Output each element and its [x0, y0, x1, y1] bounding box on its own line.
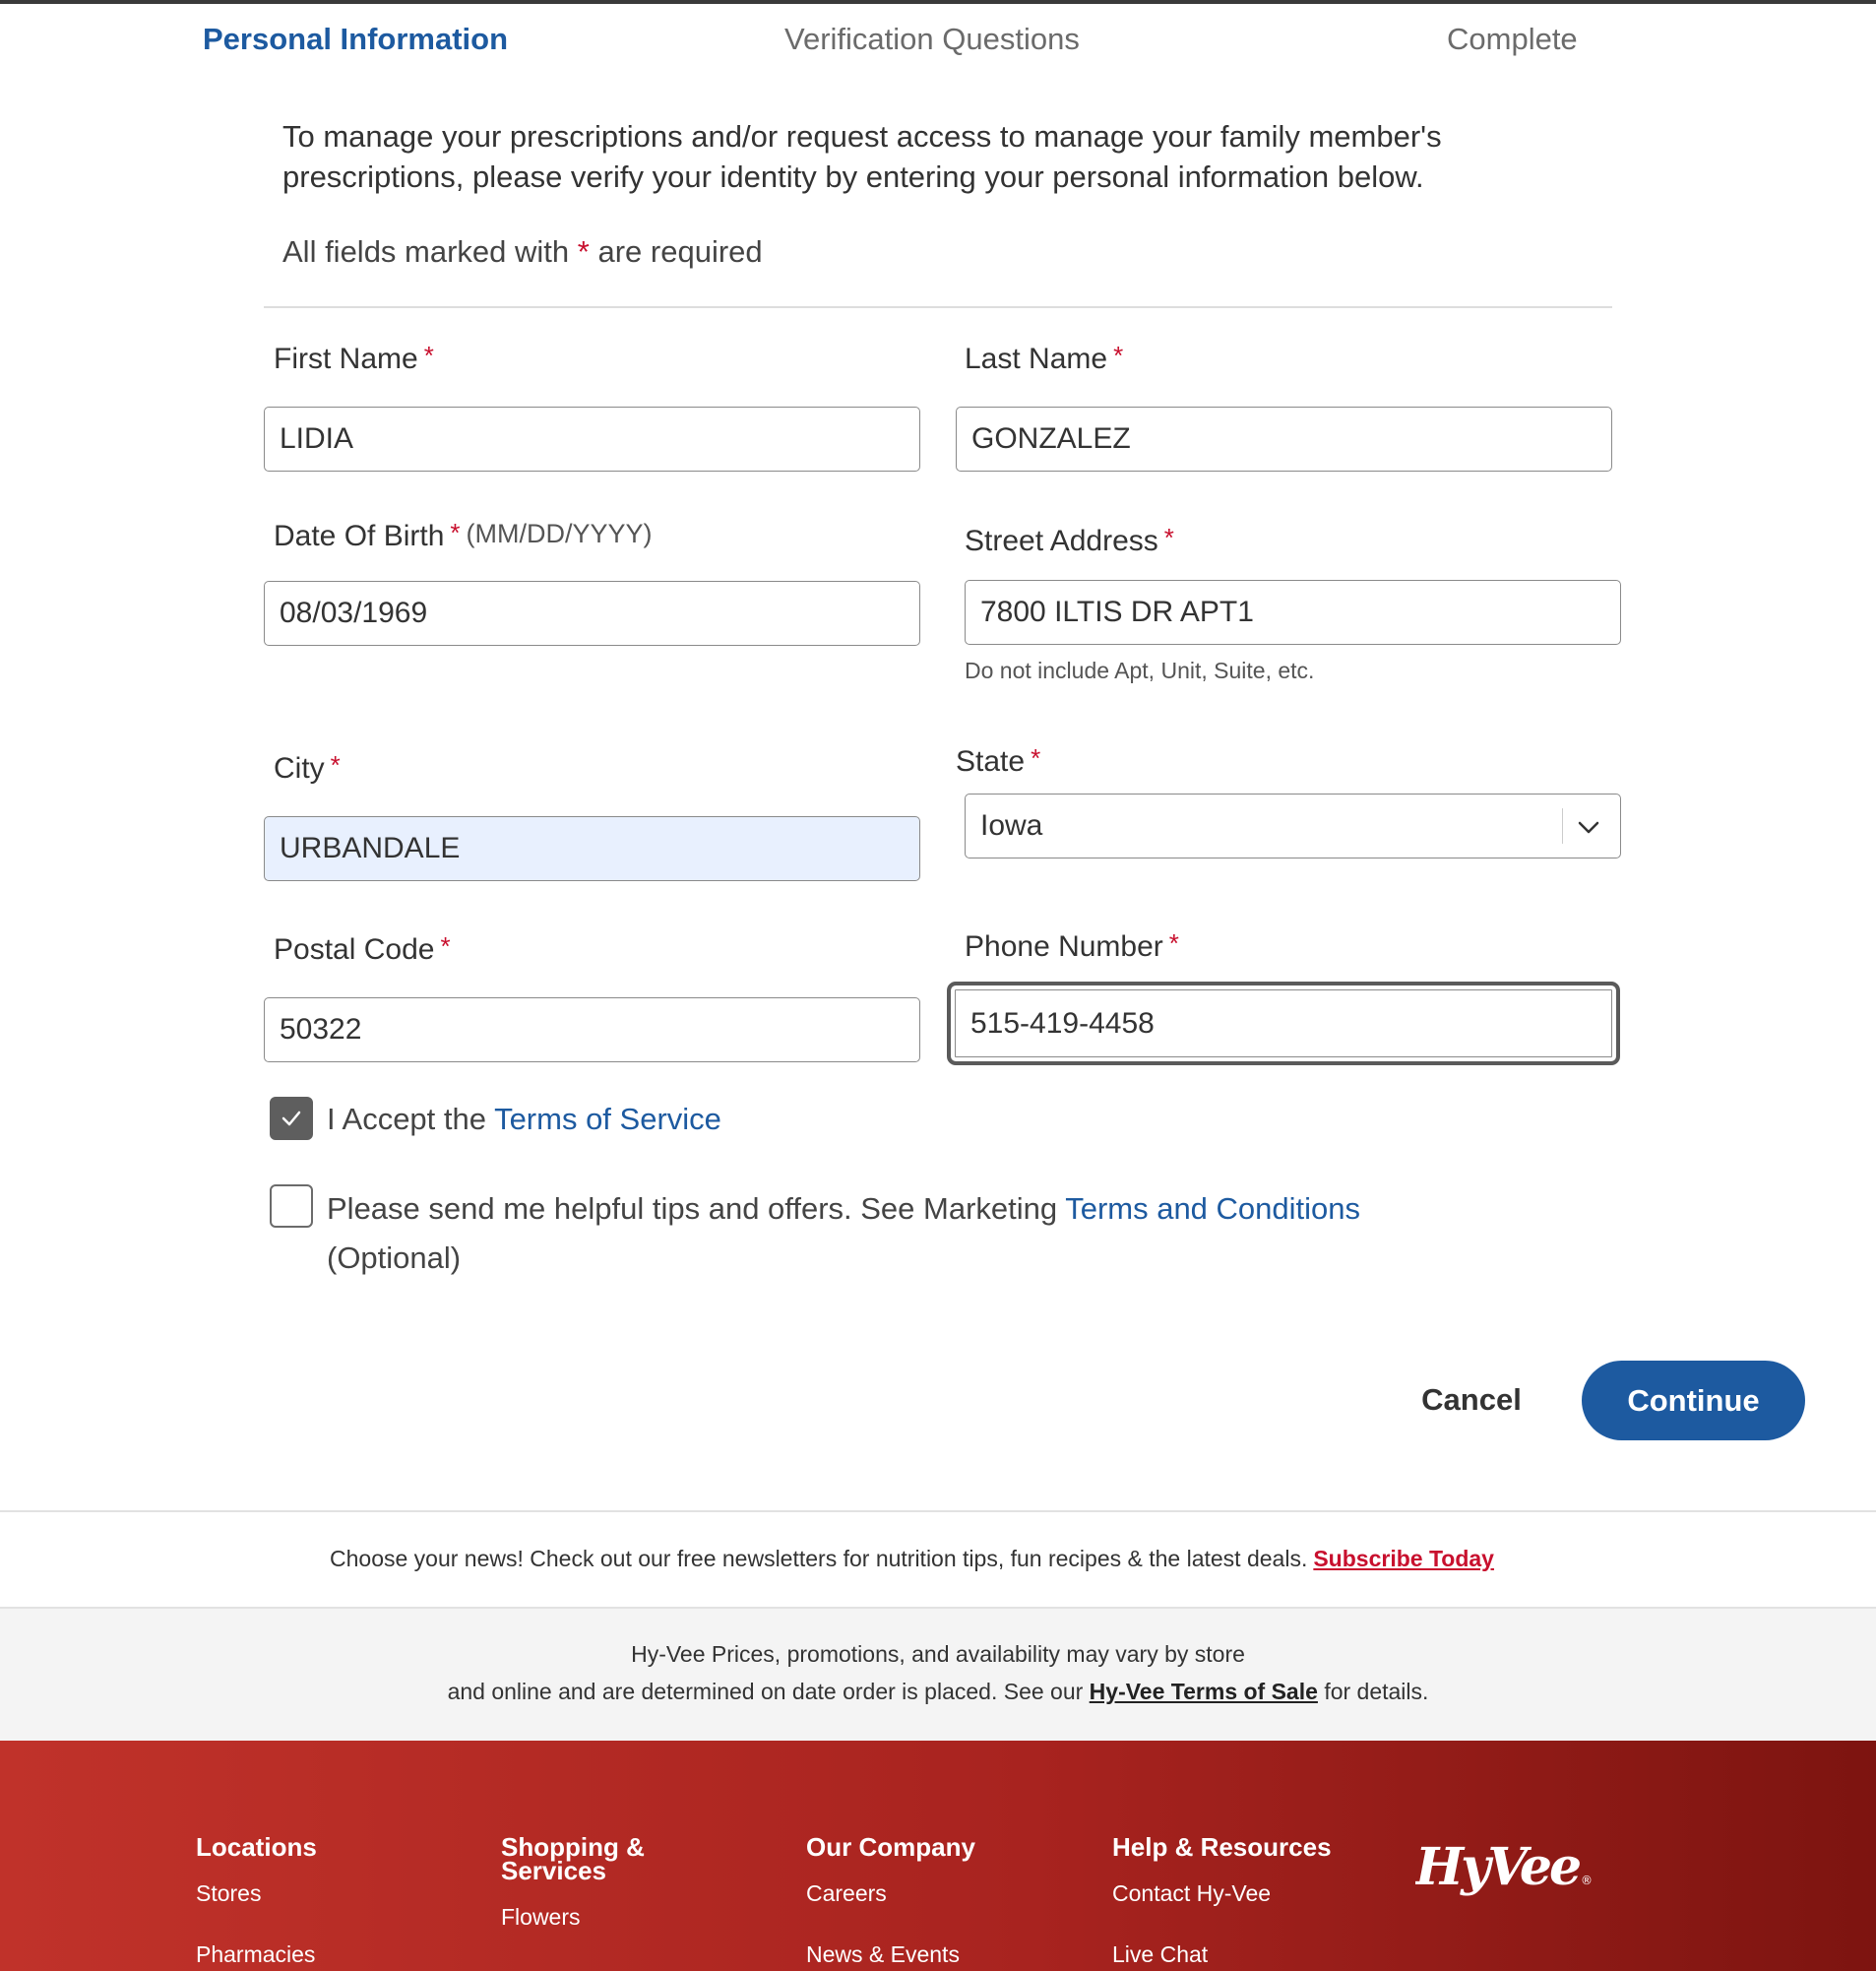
disclaimer-line-2: and online and are determined on date or… [447, 1679, 1429, 1704]
price-disclaimer: Hy-Vee Prices, promotions, and availabil… [0, 1609, 1876, 1741]
required-note: All fields marked with * are required [282, 234, 763, 269]
city-label: City * [274, 750, 341, 785]
terms-of-sale-link[interactable]: Hy-Vee Terms of Sale [1090, 1679, 1318, 1704]
postal-code-input[interactable]: 50322 [264, 997, 920, 1062]
continue-button[interactable]: Continue [1582, 1361, 1805, 1440]
hyvee-logo-text: HyVee [1415, 1837, 1580, 1897]
footer-link-careers[interactable]: Careers [806, 1880, 887, 1907]
postal-code-label: Postal Code * [274, 931, 451, 966]
footer-heading-help: Help & Resources [1112, 1832, 1332, 1862]
footer-link-pharmacies[interactable]: Pharmacies [196, 1941, 315, 1968]
site-footer: Locations Stores Pharmacies Shopping & S… [0, 1741, 1876, 1971]
state-select[interactable]: Iowa [965, 794, 1621, 858]
dob-input[interactable]: 08/03/1969 [264, 581, 920, 646]
terms-of-service-link[interactable]: Terms of Service [494, 1102, 721, 1136]
dob-format-hint: (MM/DD/YYYY) [466, 519, 653, 548]
required-star: * [577, 234, 590, 269]
marketing-text: Please send me helpful tips and offers. … [327, 1191, 1361, 1226]
intro-text: To manage your prescriptions and/or requ… [282, 119, 1442, 194]
city-input[interactable]: URBANDALE [264, 816, 920, 881]
step-progress: Personal Information Verification Questi… [0, 22, 1876, 61]
marketing-terms-link[interactable]: Terms and Conditions [1065, 1191, 1360, 1226]
step-personal-information: Personal Information [203, 22, 509, 56]
footer-link-contact[interactable]: Contact Hy-Vee [1112, 1880, 1271, 1907]
chevron-down-icon [1578, 821, 1599, 834]
street-address-helper: Do not include Apt, Unit, Suite, etc. [965, 658, 1315, 683]
footer-heading-locations: Locations [196, 1832, 317, 1862]
cancel-button[interactable]: Cancel [1398, 1361, 1545, 1439]
footer-link-news-events[interactable]: News & Events [806, 1941, 960, 1968]
last-name-input[interactable]: GONZALEZ [956, 407, 1612, 472]
footer-link-stores[interactable]: Stores [196, 1880, 261, 1907]
subscribe-today-link[interactable]: Subscribe Today [1313, 1546, 1494, 1571]
terms-text: I Accept the Terms of Service [327, 1102, 721, 1136]
top-border [0, 0, 1876, 4]
street-address-input[interactable]: 7800 ILTIS DR APT1 [965, 580, 1621, 645]
footer-link-flowers[interactable]: Flowers [501, 1904, 581, 1931]
footer-link-live-chat[interactable]: Live Chat [1112, 1941, 1208, 1968]
hyvee-logo[interactable]: HyVee ® [1415, 1835, 1593, 1904]
footer-heading-company: Our Company [806, 1832, 975, 1862]
newsletter-bar: Choose your news! Check out our free new… [0, 1510, 1876, 1609]
select-divider [1562, 808, 1563, 844]
terms-checkbox[interactable] [270, 1097, 313, 1140]
first-name-label: First Name * [274, 341, 434, 375]
footer-heading-shopping: Shopping & Services [501, 1832, 645, 1885]
phone-number-label: Phone Number * [965, 928, 1179, 963]
newsletter-text: Choose your news! Check out our free new… [330, 1546, 1494, 1571]
marketing-checkbox[interactable] [270, 1184, 313, 1228]
street-address-label: Street Address * [965, 523, 1174, 557]
dob-label: Date Of Birth * (MM/DD/YYYY) [274, 518, 653, 552]
phone-number-input[interactable]: 515-419-4458 [947, 982, 1620, 1065]
registered-mark: ® [1581, 1874, 1593, 1887]
section-divider [264, 306, 1612, 308]
step-complete: Complete [1447, 22, 1578, 56]
last-name-label: Last Name * [965, 341, 1124, 375]
marketing-optional-text: (Optional) [327, 1240, 462, 1275]
state-label: State * [956, 743, 1041, 778]
disclaimer-line-1: Hy-Vee Prices, promotions, and availabil… [631, 1641, 1245, 1667]
checkmark-icon [281, 1111, 301, 1126]
first-name-input[interactable]: LIDIA [264, 407, 920, 472]
step-verification-questions: Verification Questions [784, 22, 1080, 56]
